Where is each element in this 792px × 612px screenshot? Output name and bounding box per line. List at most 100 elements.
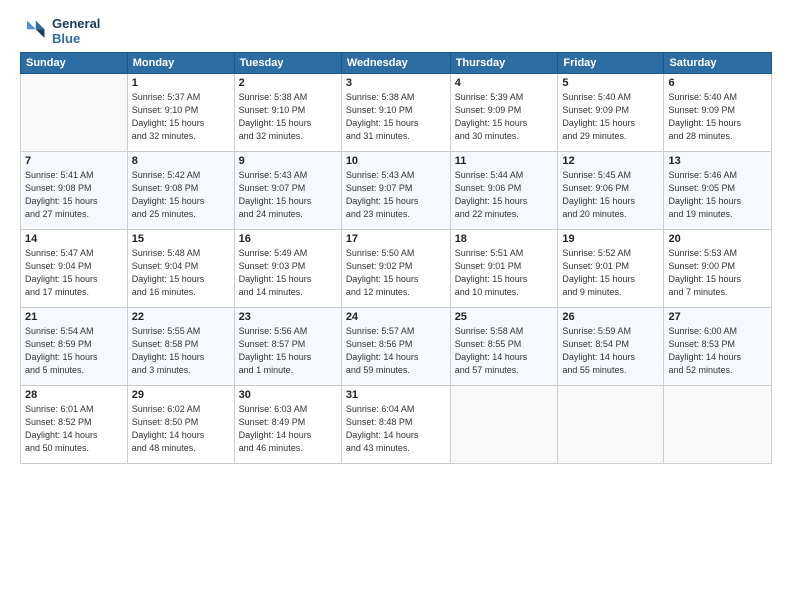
calendar-cell: 18Sunrise: 5:51 AM Sunset: 9:01 PM Dayli… [450,230,558,308]
day-info: Sunrise: 6:00 AM Sunset: 8:53 PM Dayligh… [668,325,767,377]
day-number: 30 [239,389,337,401]
day-number: 16 [239,233,337,245]
calendar-cell: 17 Sunrise: 5:50 AM Sunset: 9:02 PM Dayli… [341,230,450,308]
day-number: 29 [132,389,230,401]
calendar-cell: 28 Sunrise: 6:01 AM Sunset: 8:52 PM Dayli… [21,386,128,464]
day-info: Sunrise: 5:59 AM Sunset: 8:54 PM Dayligh… [562,325,659,377]
day-info: Sunrise: 5:38 AM Sunset: 9:10 PM Dayligh… [346,91,446,143]
calendar-cell [664,386,772,464]
calendar-cell [21,74,128,152]
day-info: Sunrise: 5:58 AM Sunset: 8:55 PM Dayligh… [455,325,554,377]
day-number: 3 [346,77,446,89]
day-number: 7 [25,155,123,167]
calendar-cell: 4 Sunrise: 5:39 AM Sunset: 9:09 PM Daylig… [450,74,558,152]
day-number: 5 [562,77,659,89]
day-number: 25 [455,311,554,323]
calendar-cell: 7 Sunrise: 5:41 AM Sunset: 9:08 PM Daylig… [21,152,128,230]
day-number: 27 [668,311,767,323]
page: General Blue SundayMondayTuesdayWednesda… [0,0,792,612]
day-info: Sunrise: 5:54 AM Sunset: 8:59 PM Dayligh… [25,325,123,377]
day-number: 11 [455,155,554,167]
logo-text: General Blue [52,16,100,46]
week-row-2: 7 Sunrise: 5:41 AM Sunset: 9:08 PM Daylig… [21,152,772,230]
day-info: Sunrise: 5:47 AM Sunset: 9:04 PM Dayligh… [25,247,123,299]
day-info: Sunrise: 5:50 AM Sunset: 9:02 PM Dayligh… [346,247,446,299]
day-info: Sunrise: 5:37 AM Sunset: 9:10 PM Dayligh… [132,91,230,143]
calendar-cell: 31 Sunrise: 6:04 AM Sunset: 8:48 PM Dayli… [341,386,450,464]
day-number: 8 [132,155,230,167]
calendar-table: SundayMondayTuesdayWednesdayThursdayFrid… [20,52,772,464]
day-info: Sunrise: 5:40 AM Sunset: 9:09 PM Dayligh… [668,91,767,143]
calendar-cell: 24Sunrise: 5:57 AM Sunset: 8:56 PM Dayli… [341,308,450,386]
day-info: Sunrise: 5:56 AM Sunset: 8:57 PM Dayligh… [239,325,337,377]
day-info: Sunrise: 5:41 AM Sunset: 9:08 PM Dayligh… [25,169,123,221]
calendar-body: 1 Sunrise: 5:37 AM Sunset: 9:10 PM Daylig… [21,74,772,464]
day-info: Sunrise: 5:57 AM Sunset: 8:56 PM Dayligh… [346,325,446,377]
day-header-sunday: Sunday [21,53,128,74]
week-row-1: 1 Sunrise: 5:37 AM Sunset: 9:10 PM Daylig… [21,74,772,152]
day-info: Sunrise: 5:43 AM Sunset: 9:07 PM Dayligh… [346,169,446,221]
day-number: 10 [346,155,446,167]
calendar-cell: 14Sunrise: 5:47 AM Sunset: 9:04 PM Dayli… [21,230,128,308]
calendar-cell [450,386,558,464]
calendar-cell: 26 Sunrise: 5:59 AM Sunset: 8:54 PM Dayli… [558,308,664,386]
calendar-cell: 21 Sunrise: 5:54 AM Sunset: 8:59 PM Dayli… [21,308,128,386]
calendar-cell: 16 Sunrise: 5:49 AM Sunset: 9:03 PM Dayli… [234,230,341,308]
day-info: Sunrise: 6:02 AM Sunset: 8:50 PM Dayligh… [132,403,230,455]
day-info: Sunrise: 5:38 AM Sunset: 9:10 PM Dayligh… [239,91,337,143]
day-info: Sunrise: 5:42 AM Sunset: 9:08 PM Dayligh… [132,169,230,221]
day-info: Sunrise: 5:39 AM Sunset: 9:09 PM Dayligh… [455,91,554,143]
day-number: 31 [346,389,446,401]
day-number: 4 [455,77,554,89]
calendar-cell: 5Sunrise: 5:40 AM Sunset: 9:09 PM Daylig… [558,74,664,152]
calendar-cell: 3 Sunrise: 5:38 AM Sunset: 9:10 PM Daylig… [341,74,450,152]
day-number: 13 [668,155,767,167]
day-number: 21 [25,311,123,323]
calendar-cell: 20Sunrise: 5:53 AM Sunset: 9:00 PM Dayli… [664,230,772,308]
day-number: 17 [346,233,446,245]
calendar-cell: 6Sunrise: 5:40 AM Sunset: 9:09 PM Daylig… [664,74,772,152]
calendar-cell: 27 Sunrise: 6:00 AM Sunset: 8:53 PM Dayli… [664,308,772,386]
day-info: Sunrise: 5:55 AM Sunset: 8:58 PM Dayligh… [132,325,230,377]
day-header-thursday: Thursday [450,53,558,74]
day-header-wednesday: Wednesday [341,53,450,74]
calendar-cell: 30 Sunrise: 6:03 AM Sunset: 8:49 PM Dayli… [234,386,341,464]
day-number: 2 [239,77,337,89]
day-info: Sunrise: 5:49 AM Sunset: 9:03 PM Dayligh… [239,247,337,299]
day-header-friday: Friday [558,53,664,74]
day-info: Sunrise: 6:03 AM Sunset: 8:49 PM Dayligh… [239,403,337,455]
day-number: 22 [132,311,230,323]
day-info: Sunrise: 5:51 AM Sunset: 9:01 PM Dayligh… [455,247,554,299]
calendar-cell: 23 Sunrise: 5:56 AM Sunset: 8:57 PM Dayli… [234,308,341,386]
calendar-cell: 9 Sunrise: 5:43 AM Sunset: 9:07 PM Daylig… [234,152,341,230]
day-number: 23 [239,311,337,323]
calendar-cell: 25 Sunrise: 5:58 AM Sunset: 8:55 PM Dayli… [450,308,558,386]
day-info: Sunrise: 5:45 AM Sunset: 9:06 PM Dayligh… [562,169,659,221]
calendar-cell: 12 Sunrise: 5:45 AM Sunset: 9:06 PM Dayli… [558,152,664,230]
day-number: 9 [239,155,337,167]
calendar-cell [558,386,664,464]
calendar-cell: 10 Sunrise: 5:43 AM Sunset: 9:07 PM Dayli… [341,152,450,230]
calendar-cell: 11 Sunrise: 5:44 AM Sunset: 9:06 PM Dayli… [450,152,558,230]
day-number: 26 [562,311,659,323]
calendar-cell: 13 Sunrise: 5:46 AM Sunset: 9:05 PM Dayli… [664,152,772,230]
calendar-header-row: SundayMondayTuesdayWednesdayThursdayFrid… [21,53,772,74]
calendar-cell: 22 Sunrise: 5:55 AM Sunset: 8:58 PM Dayli… [127,308,234,386]
day-info: Sunrise: 5:44 AM Sunset: 9:06 PM Dayligh… [455,169,554,221]
logo: General Blue [20,16,100,46]
day-info: Sunrise: 5:43 AM Sunset: 9:07 PM Dayligh… [239,169,337,221]
day-info: Sunrise: 5:53 AM Sunset: 9:00 PM Dayligh… [668,247,767,299]
day-header-monday: Monday [127,53,234,74]
day-number: 1 [132,77,230,89]
day-number: 12 [562,155,659,167]
day-info: Sunrise: 6:01 AM Sunset: 8:52 PM Dayligh… [25,403,123,455]
day-header-tuesday: Tuesday [234,53,341,74]
logo-icon [20,17,48,45]
calendar-cell: 29 Sunrise: 6:02 AM Sunset: 8:50 PM Dayli… [127,386,234,464]
day-number: 19 [562,233,659,245]
day-header-saturday: Saturday [664,53,772,74]
day-info: Sunrise: 5:52 AM Sunset: 9:01 PM Dayligh… [562,247,659,299]
day-info: Sunrise: 5:46 AM Sunset: 9:05 PM Dayligh… [668,169,767,221]
day-number: 28 [25,389,123,401]
day-info: Sunrise: 6:04 AM Sunset: 8:48 PM Dayligh… [346,403,446,455]
